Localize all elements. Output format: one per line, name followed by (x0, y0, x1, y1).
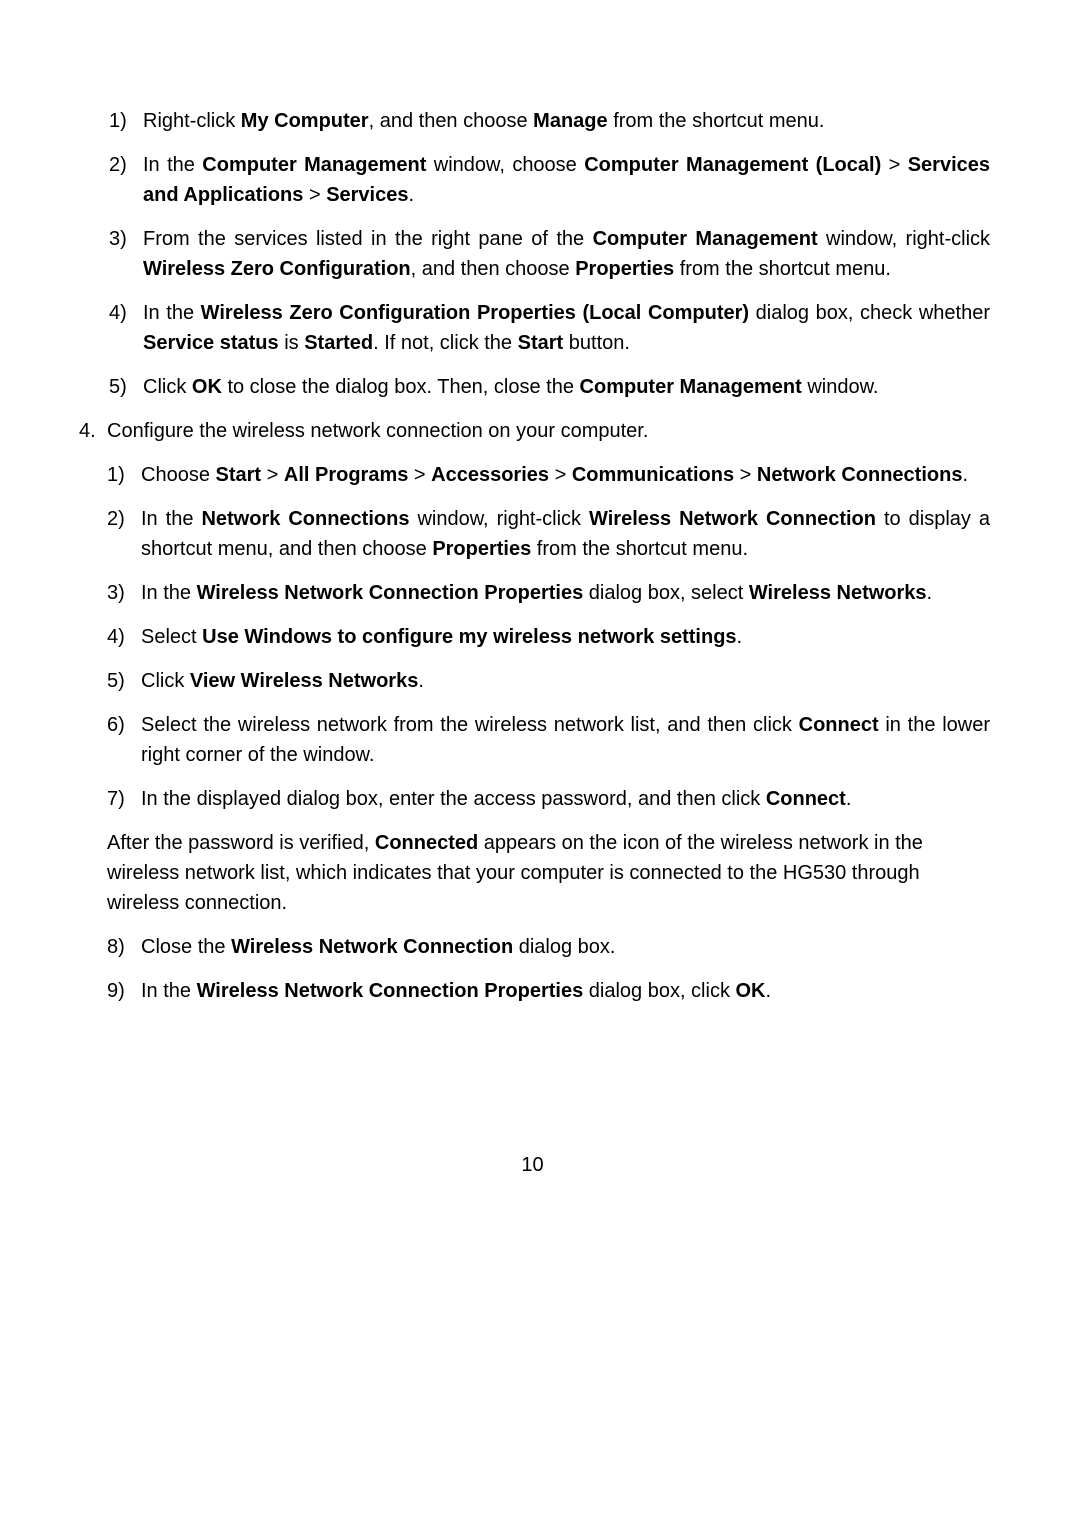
step-text: In the Wireless Network Connection Prope… (141, 976, 990, 1006)
list-item: 4. Configure the wireless network connec… (75, 416, 990, 1020)
step-text: In the Computer Management window, choos… (143, 150, 990, 210)
list-item: 5) Click View Wireless Networks. (107, 666, 990, 696)
marker: 3) (107, 578, 141, 608)
marker: 5) (109, 372, 143, 402)
list-item: 9) In the Wireless Network Connection Pr… (107, 976, 990, 1006)
step4-text: Configure the wireless network connectio… (107, 416, 990, 446)
marker: 8) (107, 932, 141, 962)
marker: 4) (107, 622, 141, 652)
list-item: 6) Select the wireless network from the … (107, 710, 990, 770)
step-text: Close the Wireless Network Connection di… (141, 932, 990, 962)
marker: 7) (107, 784, 141, 814)
page-number: 10 (75, 1150, 990, 1180)
step-text: In the displayed dialog box, enter the a… (141, 784, 990, 814)
step-text: Click OK to close the dialog box. Then, … (143, 372, 990, 402)
list-item: 3) In the Wireless Network Connection Pr… (107, 578, 990, 608)
list-item: 5) Click OK to close the dialog box. The… (109, 372, 990, 402)
marker: 6) (107, 710, 141, 770)
marker: 4) (109, 298, 143, 358)
step4-content: Configure the wireless network connectio… (107, 416, 990, 1020)
marker: 3) (109, 224, 143, 284)
step3-substeps: 1) Right-click My Computer, and then cho… (75, 106, 990, 402)
step-text: Click View Wireless Networks. (141, 666, 990, 696)
step-text: In the Wireless Network Connection Prope… (141, 578, 990, 608)
list-item: 3) From the services listed in the right… (109, 224, 990, 284)
step-text: In the Network Connections window, right… (141, 504, 990, 564)
step4-substeps: 1) Choose Start > All Programs > Accesso… (107, 460, 990, 814)
marker: 5) (107, 666, 141, 696)
step-text: Choose Start > All Programs > Accessorie… (141, 460, 990, 490)
result-paragraph: After the password is verified, Connecte… (107, 828, 990, 918)
list-item: 8) Close the Wireless Network Connection… (107, 932, 990, 962)
marker: 2) (107, 504, 141, 564)
step-text: Select the wireless network from the wir… (141, 710, 990, 770)
list-item: 1) Right-click My Computer, and then cho… (109, 106, 990, 136)
marker: 1) (107, 460, 141, 490)
list-item: 1) Choose Start > All Programs > Accesso… (107, 460, 990, 490)
main-steps: 4. Configure the wireless network connec… (75, 416, 990, 1020)
list-item: 4) Select Use Windows to configure my wi… (107, 622, 990, 652)
list-item: 2) In the Network Connections window, ri… (107, 504, 990, 564)
step-text: In the Wireless Zero Configuration Prope… (143, 298, 990, 358)
step4-substeps-cont: 8) Close the Wireless Network Connection… (107, 932, 990, 1006)
list-item: 4) In the Wireless Zero Configuration Pr… (109, 298, 990, 358)
marker: 2) (109, 150, 143, 210)
step-text: Right-click My Computer, and then choose… (143, 106, 990, 136)
marker: 1) (109, 106, 143, 136)
marker: 4. (75, 416, 107, 1020)
marker: 9) (107, 976, 141, 1006)
step-text: Select Use Windows to configure my wirel… (141, 622, 990, 652)
step-text: From the services listed in the right pa… (143, 224, 990, 284)
list-item: 2) In the Computer Management window, ch… (109, 150, 990, 210)
list-item: 7) In the displayed dialog box, enter th… (107, 784, 990, 814)
